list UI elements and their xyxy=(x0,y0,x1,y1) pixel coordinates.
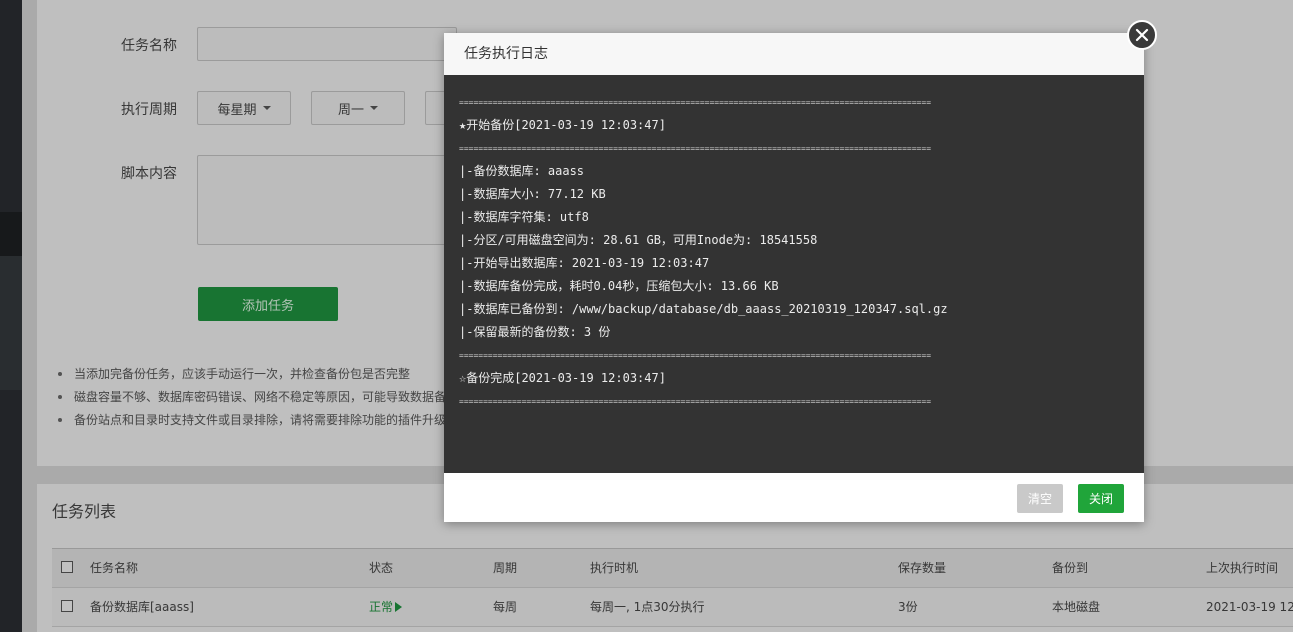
log-modal: 任务执行日志 =================================… xyxy=(444,33,1144,522)
log-separator: ========================================… xyxy=(459,351,932,360)
log-line: |-数据库已备份到: /www/backup/database/db_aaass… xyxy=(459,302,948,316)
log-console: ========================================… xyxy=(444,75,1144,473)
log-separator: ========================================… xyxy=(459,397,932,406)
modal-title: 任务执行日志 xyxy=(444,33,1144,76)
log-line: |-开始导出数据库: 2021-03-19 12:03:47 xyxy=(459,256,710,270)
close-icon-glyph xyxy=(1135,28,1149,42)
log-line: ☆备份完成[2021-03-19 12:03:47] xyxy=(459,371,666,385)
log-line: |-数据库大小: 77.12 KB xyxy=(459,187,606,201)
log-line: |-备份数据库: aaass xyxy=(459,164,585,178)
log-line: |-分区/可用磁盘空间为: 28.61 GB，可用Inode为: 1854155… xyxy=(459,233,818,247)
log-separator: ========================================… xyxy=(459,98,932,107)
close-button[interactable]: 关闭 xyxy=(1078,484,1124,513)
log-line: |-数据库字符集: utf8 xyxy=(459,210,589,224)
modal-footer: 清空 关闭 xyxy=(444,473,1144,522)
log-line: ★开始备份[2021-03-19 12:03:47] xyxy=(459,118,666,132)
log-line: |-数据库备份完成，耗时0.04秒，压缩包大小: 13.66 KB xyxy=(459,279,779,293)
clear-button[interactable]: 清空 xyxy=(1017,484,1063,513)
log-separator: ========================================… xyxy=(459,144,932,153)
log-text: ========================================… xyxy=(459,91,1102,413)
close-icon[interactable] xyxy=(1127,20,1157,50)
log-line: |-保留最新的备份数: 3 份 xyxy=(459,325,611,339)
